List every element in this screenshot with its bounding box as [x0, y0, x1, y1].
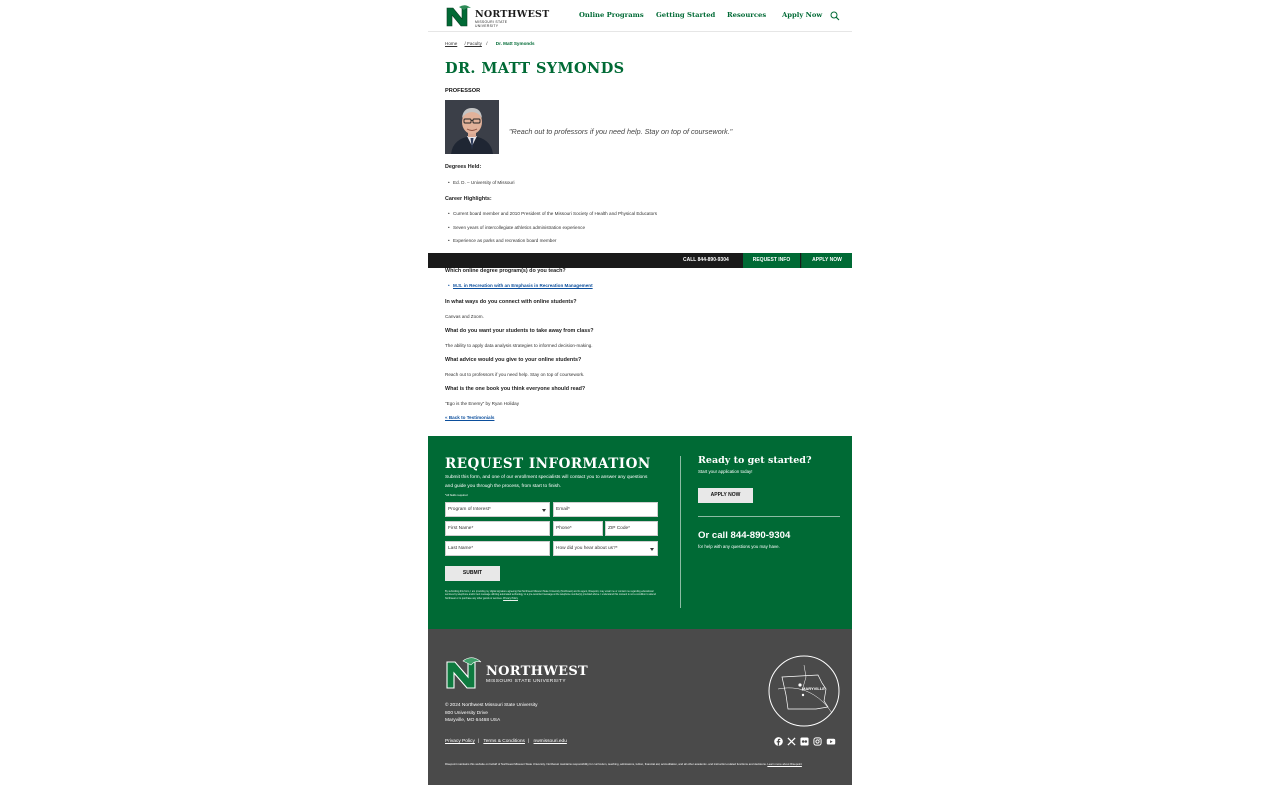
qa-answer: "Ego is the Enemy" by Ryan Holiday	[445, 401, 519, 406]
career-heading: Career Highlights:	[445, 196, 492, 202]
flickr-icon[interactable]	[800, 737, 809, 746]
zip-field[interactable]: ZIP Code*	[605, 521, 658, 536]
instagram-icon[interactable]	[813, 737, 822, 746]
nav-apply-now[interactable]: Apply Now	[782, 11, 822, 19]
x-icon[interactable]	[787, 737, 796, 746]
social-links	[774, 737, 836, 747]
cta-divider	[698, 516, 840, 517]
consent-privacy-link[interactable]: Privacy Policy	[503, 597, 518, 600]
consent-text: By submitting this form, I am providing …	[445, 590, 656, 600]
career-item: Current board member and 2010 President …	[448, 211, 657, 216]
map-label: MARYVILLE	[802, 686, 825, 691]
page: NORTHWEST MISSOURI STATE UNIVERSITY Onli…	[428, 0, 852, 785]
phone-field[interactable]: Phone*	[553, 521, 603, 536]
call-phone-link[interactable]: Or call 844-890-9304	[698, 530, 790, 541]
footer-disclaimer: Risepoint maintains this website on beha…	[445, 762, 802, 766]
career-item: Experience as parks and recreation board…	[448, 238, 556, 243]
nav-getting-started[interactable]: Getting Started	[656, 11, 715, 19]
qa-question: In what ways do you connect with online …	[445, 299, 577, 305]
apply-now-button[interactable]: APPLY NOW	[698, 488, 753, 503]
back-to-testimonials-link[interactable]: « Back to Testimonials	[445, 415, 494, 420]
terms-link[interactable]: Terms & Conditions	[483, 739, 525, 744]
logo-subtitle: MISSOURI STATE UNIVERSITY	[475, 20, 508, 28]
faculty-photo	[445, 100, 499, 154]
footer-address: © 2024 Northwest Missouri State Universi…	[445, 702, 538, 725]
facebook-icon[interactable]	[774, 737, 783, 746]
required-note: *All fields required	[445, 493, 468, 497]
ready-subtext: Start your application today!	[698, 469, 753, 474]
sticky-request-info-button[interactable]: REQUEST INFO	[743, 253, 800, 268]
last-name-field[interactable]: Last Name*	[445, 541, 550, 556]
breadcrumb: Home / Faculty / Dr. Matt Symonds	[445, 41, 535, 46]
site-header: NORTHWEST MISSOURI STATE UNIVERSITY Onli…	[428, 0, 852, 32]
program-select[interactable]: Program of Interest*	[445, 502, 550, 517]
copyright-line: © 2024 Northwest Missouri State Universi…	[445, 703, 538, 708]
portrait-image	[445, 100, 499, 154]
footer-logo-n-icon[interactable]	[445, 656, 483, 690]
missouri-map-icon: MARYVILLE	[768, 655, 840, 727]
nwmissouri-link[interactable]: nwmissouri.edu	[534, 739, 567, 744]
breadcrumb-home[interactable]: Home	[445, 41, 457, 46]
program-link[interactable]: M.S. in Recreation with an Emphasis in R…	[448, 283, 593, 288]
breadcrumb-faculty[interactable]: / Faculty	[465, 41, 482, 46]
qa-answer: Canvas and Zoom.	[445, 314, 484, 319]
call-subtext: for help with any questions you may have…	[698, 544, 780, 549]
nav-online-programs[interactable]: Online Programs	[579, 11, 644, 19]
ready-heading: Ready to get started?	[698, 455, 812, 466]
northwest-logo[interactable]: NORTHWEST MISSOURI STATE UNIVERSITY	[445, 4, 549, 28]
site-footer: NORTHWEST MISSOURI STATE UNIVERSITY © 20…	[428, 629, 852, 785]
degree-item: Ed. D. – University of Missouri	[448, 180, 514, 185]
search-icon[interactable]	[830, 11, 840, 21]
faculty-role: PROFESSOR	[445, 88, 481, 94]
address-line: 800 University Drive	[445, 710, 488, 716]
sticky-apply-now-button[interactable]: APPLY NOW	[801, 253, 852, 268]
sticky-call-link[interactable]: CALL 844-890-9304	[683, 257, 729, 263]
request-info-section: REQUEST INFORMATION Submit this form, an…	[428, 436, 852, 629]
risepoint-link[interactable]: Learn more about Risepoint	[767, 762, 802, 766]
breadcrumb-current: Dr. Matt Symonds	[495, 41, 535, 46]
first-name-field[interactable]: First Name*	[445, 521, 550, 536]
footer-logo-wordmark: NORTHWEST	[486, 664, 589, 679]
logo-wordmark: NORTHWEST	[475, 9, 550, 20]
logo-n-icon	[446, 5, 471, 27]
faculty-quote: "Reach out to professors if you need hel…	[509, 127, 733, 136]
address-line: Maryville, MO 64468 USA	[445, 718, 501, 723]
degrees-heading: Degrees Held:	[445, 164, 482, 170]
qa-question: What advice would you give to your onlin…	[445, 357, 582, 363]
email-field[interactable]: Email*	[553, 502, 658, 517]
sticky-cta-bar: CALL 844-890-9304 REQUEST INFO APPLY NOW	[428, 253, 852, 268]
page-title: DR. MATT SYMONDS	[445, 60, 625, 77]
submit-button[interactable]: SUBMIT	[445, 566, 500, 581]
privacy-policy-link[interactable]: Privacy Policy	[445, 739, 475, 744]
referral-select[interactable]: How did you hear about us?*	[553, 541, 658, 556]
section-divider	[680, 456, 681, 608]
footer-logo-subtitle: MISSOURI STATE UNIVERSITY	[486, 679, 566, 684]
footer-links: Privacy Policy | Terms & Conditions | nwmi…	[445, 739, 567, 744]
qa-question: What do you want your students to take a…	[445, 328, 594, 334]
qa-answer: Reach out to professors if you need help…	[445, 372, 585, 377]
career-item: Seven years of intercollegiate athletics…	[448, 225, 585, 230]
nav-resources[interactable]: Resources	[727, 11, 766, 19]
request-info-intro: Submit this form, and one of our enrollm…	[445, 475, 648, 489]
qa-question: Which online degree program(s) do you te…	[445, 268, 566, 274]
qa-question: What is the one book you think everyone …	[445, 386, 586, 392]
qa-answer: The ability to apply data analysis strat…	[445, 343, 593, 348]
youtube-icon[interactable]	[826, 737, 836, 746]
request-info-title: REQUEST INFORMATION	[445, 456, 651, 472]
